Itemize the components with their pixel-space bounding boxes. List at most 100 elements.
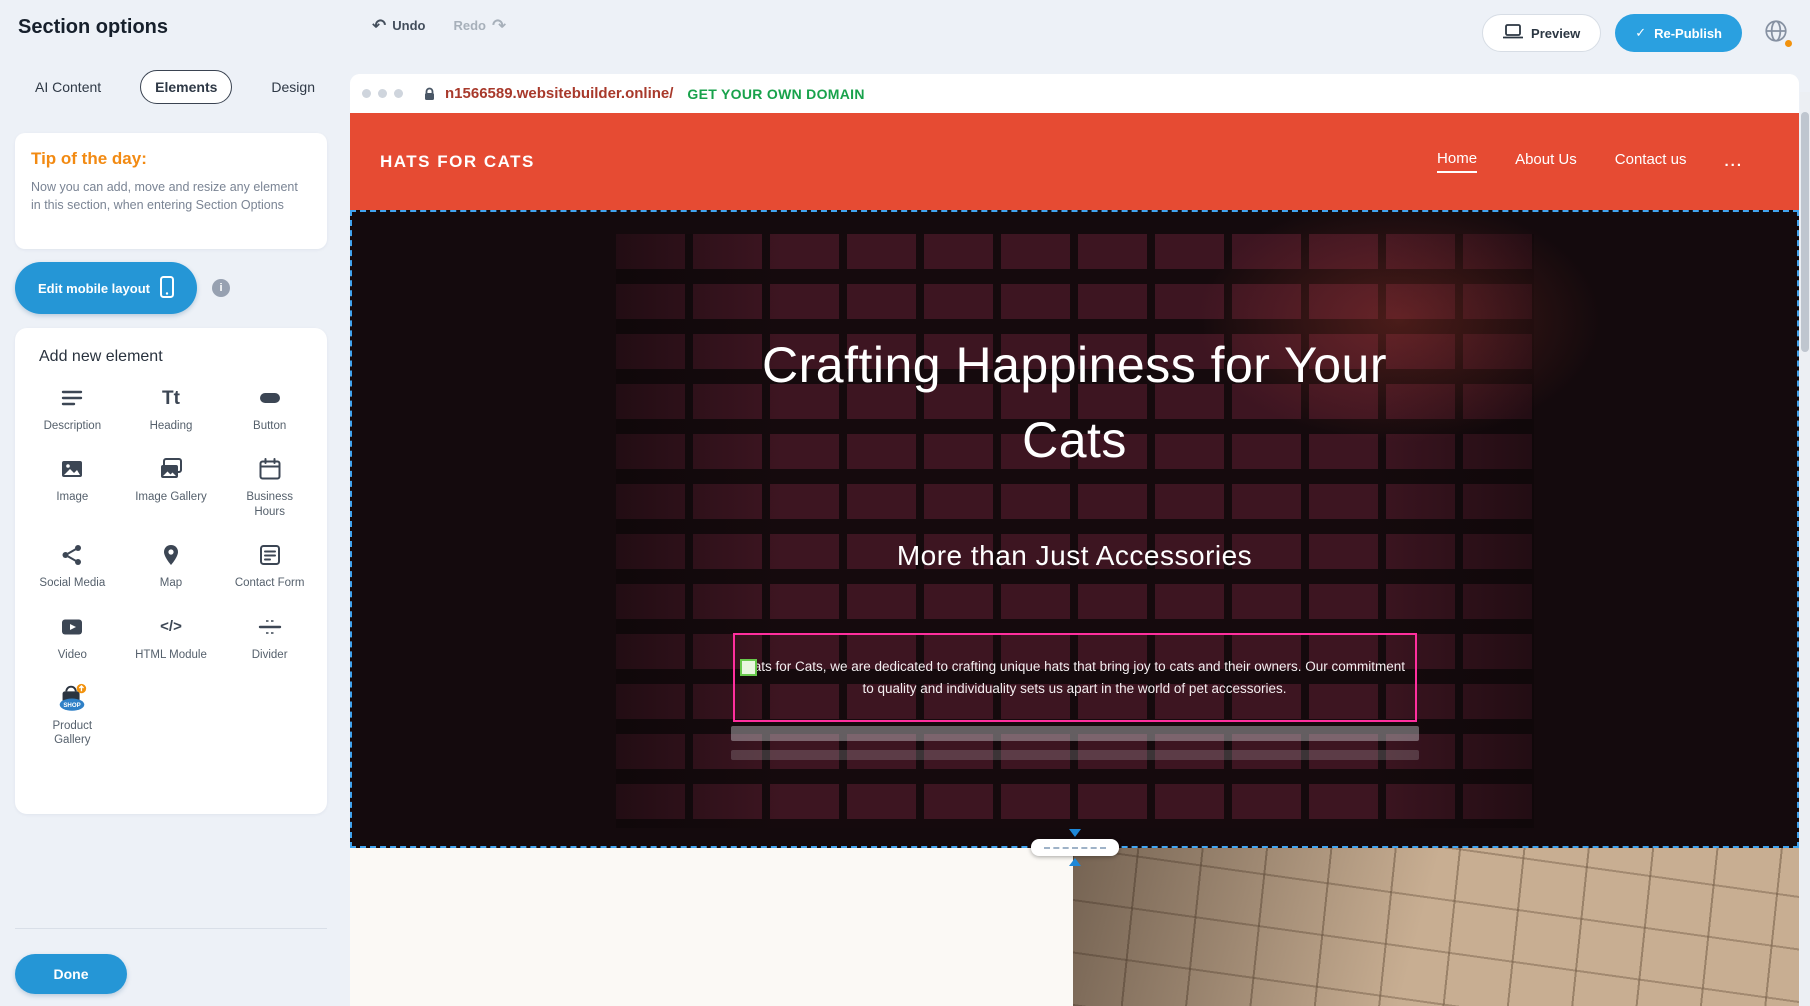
site-header: HATS FOR CATS Home About Us Contact us .… <box>350 113 1799 210</box>
element-label: Product Gallery <box>36 719 108 748</box>
nav-more-menu[interactable]: ... <box>1724 153 1743 170</box>
site-canvas: n1566589.websitebuilder.online/ GET YOUR… <box>350 74 1799 1006</box>
edit-mobile-layout-button[interactable]: Edit mobile layout <box>15 262 197 314</box>
tab-design[interactable]: Design <box>256 70 330 104</box>
element-business-hours[interactable]: Business Hours <box>220 453 319 519</box>
arrow-down-icon <box>1069 829 1081 837</box>
selected-paragraph-element[interactable]: Hats for Cats, we are dedicated to craft… <box>733 633 1417 722</box>
image-icon <box>55 453 89 485</box>
element-label: Image <box>56 490 88 504</box>
edit-mobile-label: Edit mobile layout <box>38 281 150 296</box>
redo-label: Redo <box>453 18 486 33</box>
element-label: Contact Form <box>235 576 305 590</box>
product-gallery-icon: SHOP <box>55 682 89 714</box>
done-button[interactable]: Done <box>15 954 127 994</box>
element-label: Description <box>44 419 102 433</box>
dashed-line <box>1044 847 1106 849</box>
page-title: Section options <box>18 16 168 39</box>
tab-elements[interactable]: Elements <box>140 70 232 104</box>
ghost-element-bar <box>731 750 1419 760</box>
undo-icon: ↶ <box>372 17 386 34</box>
next-section <box>350 848 1799 1006</box>
html-code-icon: </> <box>154 611 188 643</box>
browser-bar: n1566589.websitebuilder.online/ GET YOUR… <box>350 74 1799 113</box>
element-divider[interactable]: Divider <box>220 611 319 662</box>
undo-button[interactable]: ↶ Undo <box>372 17 425 34</box>
preview-label: Preview <box>1531 26 1580 41</box>
element-label: Business Hours <box>234 490 306 519</box>
element-label: Social Media <box>39 576 105 590</box>
browser-dot <box>378 89 387 98</box>
business-hours-icon <box>253 453 287 485</box>
svg-text:SHOP: SHOP <box>64 702 81 709</box>
contact-form-icon <box>253 539 287 571</box>
browser-dot <box>362 89 371 98</box>
add-new-element-title: Add new element <box>23 348 319 366</box>
image-gallery-icon <box>154 453 188 485</box>
element-description[interactable]: Description <box>23 382 122 433</box>
element-image[interactable]: Image <box>23 453 122 519</box>
pavement-image <box>1073 848 1799 1006</box>
check-icon: ✓ <box>1635 25 1646 41</box>
language-globe-button[interactable] <box>1756 13 1796 53</box>
element-map[interactable]: Map <box>122 539 221 590</box>
hero-section[interactable]: Crafting Happiness for Your Cats More th… <box>350 210 1799 848</box>
preview-monitor-icon <box>1503 24 1523 42</box>
hero-subheading[interactable]: More than Just Accessories <box>725 540 1425 572</box>
republish-label: Re-Publish <box>1654 26 1722 41</box>
browser-dot <box>394 89 403 98</box>
undo-redo-group: ↶ Undo Redo ↷ <box>372 17 506 34</box>
site-nav: Home About Us Contact us ... <box>1437 150 1743 173</box>
undo-label: Undo <box>392 18 425 33</box>
preview-button[interactable]: Preview <box>1482 14 1601 52</box>
add-new-element-panel: Add new element Description Tt Heading B… <box>15 328 327 814</box>
element-product-gallery[interactable]: SHOP Product Gallery <box>23 682 122 748</box>
element-heading[interactable]: Tt Heading <box>122 382 221 433</box>
redo-button[interactable]: Redo ↷ <box>453 17 506 34</box>
element-drag-handle[interactable] <box>740 659 757 676</box>
element-html-module[interactable]: </> HTML Module <box>122 611 221 662</box>
lock-icon <box>424 87 435 101</box>
resize-pill <box>1031 839 1119 856</box>
site-logo: HATS FOR CATS <box>380 152 535 172</box>
description-icon <box>55 382 89 414</box>
republish-button[interactable]: ✓ Re-Publish <box>1615 14 1742 52</box>
section-resize-handle[interactable] <box>1027 829 1123 866</box>
element-contact-form[interactable]: Contact Form <box>220 539 319 590</box>
scrollbar-track <box>1800 92 1810 1006</box>
top-right-controls: Preview ✓ Re-Publish <box>1482 13 1796 53</box>
element-label: Heading <box>150 419 193 433</box>
element-label: Map <box>160 576 182 590</box>
site-url: n1566589.websitebuilder.online/ <box>445 85 673 102</box>
ghost-element-bar <box>731 726 1419 741</box>
element-image-gallery[interactable]: Image Gallery <box>122 453 221 519</box>
get-own-domain-link[interactable]: GET YOUR OWN DOMAIN <box>687 86 864 102</box>
tab-ai-content[interactable]: AI Content <box>20 70 116 104</box>
element-grid: Description Tt Heading Button Image Imag… <box>23 382 319 748</box>
element-label: Button <box>253 419 286 433</box>
arrow-up-icon <box>1069 858 1081 866</box>
nav-about-us[interactable]: About Us <box>1515 151 1577 172</box>
divider-icon <box>253 611 287 643</box>
scrollbar-thumb[interactable] <box>1801 112 1809 352</box>
tip-body: Now you can add, move and resize any ele… <box>31 178 311 214</box>
nav-home[interactable]: Home <box>1437 150 1477 173</box>
social-media-icon <box>55 539 89 571</box>
info-icon[interactable]: i <box>212 279 230 297</box>
element-label: Divider <box>252 648 288 662</box>
element-button[interactable]: Button <box>220 382 319 433</box>
element-social-media[interactable]: Social Media <box>23 539 122 590</box>
video-icon <box>55 611 89 643</box>
heading-icon: Tt <box>154 382 188 414</box>
redo-icon: ↷ <box>492 17 506 34</box>
element-label: Video <box>58 648 87 662</box>
hero-paragraph: Hats for Cats, we are dedicated to craft… <box>735 656 1415 699</box>
phone-icon <box>160 276 174 301</box>
map-pin-icon <box>154 539 188 571</box>
tip-of-the-day-card: Tip of the day: Now you can add, move an… <box>15 133 327 249</box>
nav-contact-us[interactable]: Contact us <box>1615 151 1687 172</box>
element-label: Image Gallery <box>135 490 207 504</box>
element-video[interactable]: Video <box>23 611 122 662</box>
sidebar-tabs: AI Content Elements Design <box>20 70 330 104</box>
hero-heading[interactable]: Crafting Happiness for Your Cats <box>705 328 1445 478</box>
